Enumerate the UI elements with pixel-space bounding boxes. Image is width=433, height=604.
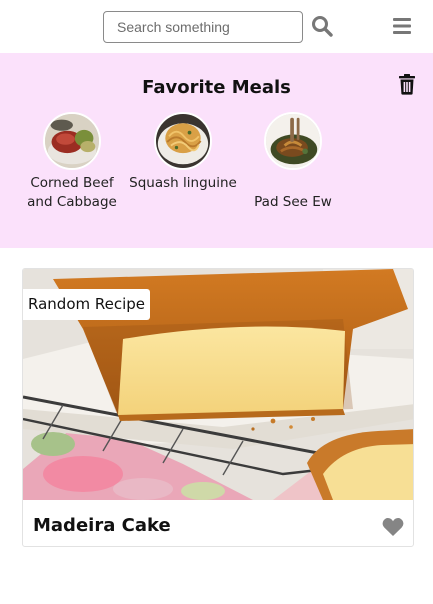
random-recipe-tag: Random Recipe <box>23 289 151 320</box>
favorite-meal-item[interactable]: Corned Beef and Cabbage <box>17 112 127 212</box>
heart-icon[interactable] <box>382 517 404 537</box>
top-header <box>0 0 433 53</box>
recipe-title: Madeira Cake <box>33 515 171 536</box>
favorites-section: Favorite Meals Corned Beef and Cabbage S… <box>0 53 433 248</box>
trash-icon[interactable] <box>398 74 416 95</box>
random-recipe-card[interactable]: Random Recipe Madeira Cake <box>22 268 414 547</box>
favorite-meal-label: Corned Beef and Cabbage <box>27 175 117 210</box>
hamburger-menu-icon[interactable] <box>392 17 412 35</box>
favorite-meal-label: Pad See Ew <box>254 194 332 210</box>
favorite-meal-item[interactable]: Squash linguine <box>128 112 238 193</box>
meal-thumbnail <box>264 112 322 170</box>
favorites-title: Favorite Meals <box>142 77 291 98</box>
search-input[interactable] <box>103 11 303 43</box>
favorite-meal-item[interactable]: Pad See Ew <box>238 112 348 212</box>
search-icon[interactable] <box>311 15 333 37</box>
meal-thumbnail <box>154 112 212 170</box>
meal-thumbnail <box>43 112 101 170</box>
favorite-meal-label: Squash linguine <box>129 175 237 191</box>
